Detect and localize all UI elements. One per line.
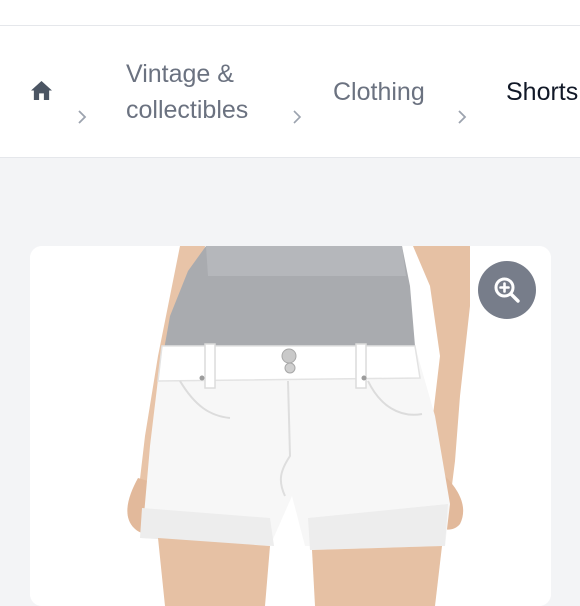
breadcrumb-item-vintage-collectibles[interactable]: Vintage & collectibles [126,56,248,128]
chevron-right-icon [78,110,87,124]
breadcrumb-item-current: Shorts [506,78,579,106]
product-image[interactable] [30,246,551,606]
home-icon[interactable] [30,80,53,101]
chevron-right-icon [293,110,302,124]
breadcrumb-item-clothing[interactable]: Clothing [333,74,425,110]
breadcrumb: Vintage & collectibles Clothing Shorts [0,26,580,158]
breadcrumb-item-label-line2: collectibles [126,96,249,124]
product-gallery [30,246,551,606]
breadcrumb-item-label-line1: Vintage & [126,60,234,88]
chevron-right-icon [458,110,467,124]
zoom-button[interactable] [478,261,536,319]
top-strip [0,0,580,26]
zoom-in-icon [494,277,520,303]
